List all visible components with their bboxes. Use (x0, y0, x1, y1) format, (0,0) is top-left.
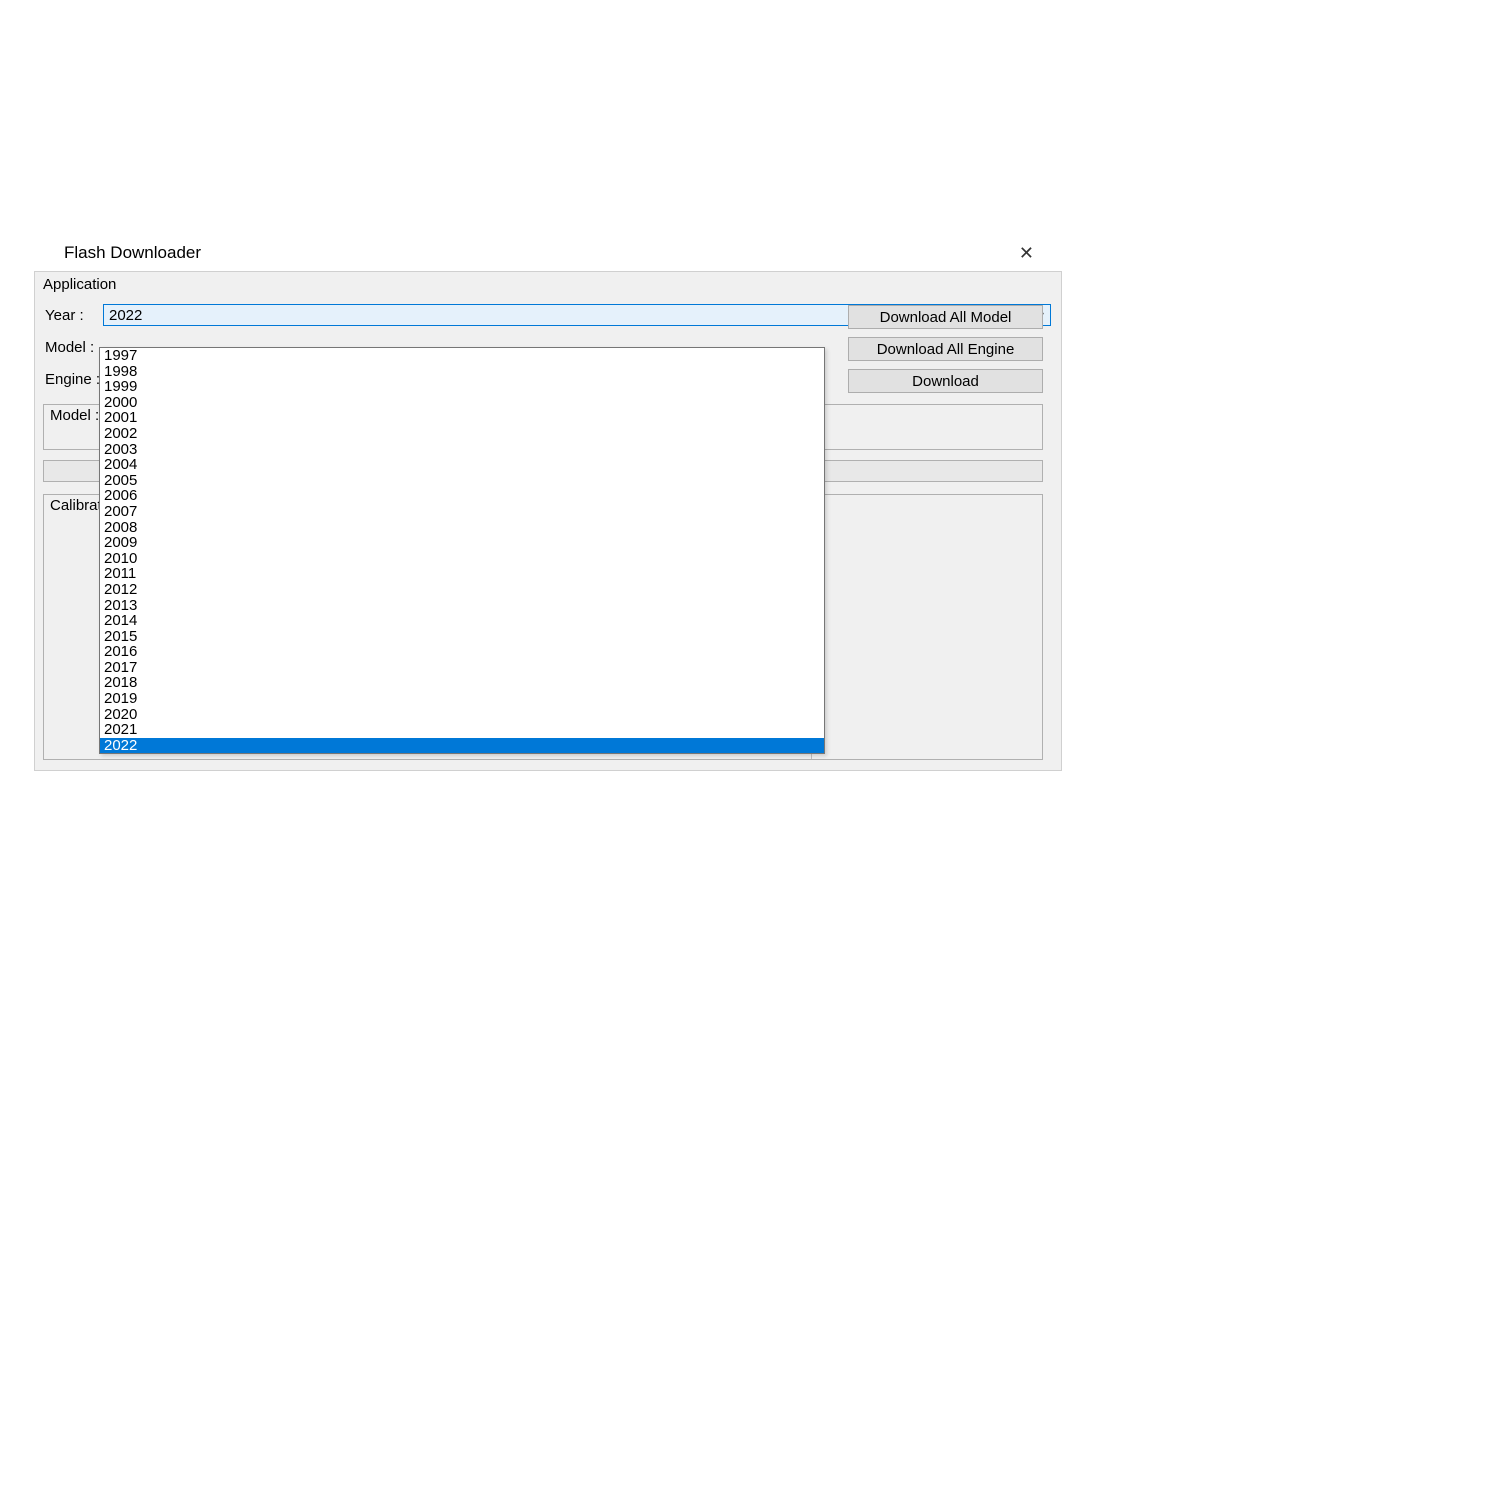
year-option[interactable]: 2017 (100, 660, 824, 676)
menu-application[interactable]: Application (43, 276, 116, 293)
year-option[interactable]: 2005 (100, 473, 824, 489)
year-option[interactable]: 2014 (100, 613, 824, 629)
year-option[interactable]: 2011 (100, 566, 824, 582)
engine-label: Engine : (45, 371, 103, 388)
year-label: Year : (45, 307, 103, 324)
year-option[interactable]: 2007 (100, 504, 824, 520)
year-option[interactable]: 2002 (100, 426, 824, 442)
window-title: Flash Downloader (64, 243, 201, 263)
year-option[interactable]: 2000 (100, 395, 824, 411)
download-button[interactable]: Download (848, 369, 1043, 393)
download-all-engine-button[interactable]: Download All Engine (848, 337, 1043, 361)
year-option[interactable]: 2001 (100, 410, 824, 426)
close-icon[interactable]: ✕ (1011, 239, 1042, 268)
year-combo-value: 2022 (109, 307, 142, 324)
year-option[interactable]: 2015 (100, 629, 824, 645)
year-option[interactable]: 1999 (100, 379, 824, 395)
titlebar: Flash Downloader ✕ (34, 235, 1062, 271)
year-option[interactable]: 2010 (100, 551, 824, 567)
year-option[interactable]: 1998 (100, 364, 824, 380)
buttons-column: Download All Model Download All Engine D… (848, 305, 1043, 393)
year-option[interactable]: 2021 (100, 722, 824, 738)
year-option[interactable]: 2004 (100, 457, 824, 473)
year-option[interactable]: 2008 (100, 520, 824, 536)
menubar: Application (35, 272, 1061, 297)
client-area: Application Year : 2022 ▾ Model : Engine… (34, 271, 1062, 771)
year-option[interactable]: 2022 (100, 738, 824, 754)
year-option[interactable]: 2009 (100, 535, 824, 551)
year-option[interactable]: 2019 (100, 691, 824, 707)
year-option[interactable]: 2020 (100, 707, 824, 723)
year-option[interactable]: 2003 (100, 442, 824, 458)
year-option[interactable]: 2012 (100, 582, 824, 598)
year-option[interactable]: 2006 (100, 488, 824, 504)
year-option[interactable]: 1997 (100, 348, 824, 364)
year-option[interactable]: 2013 (100, 598, 824, 614)
flash-downloader-window: Flash Downloader ✕ Application Year : 20… (34, 235, 1062, 771)
year-dropdown-list[interactable]: 1997199819992000200120022003200420052006… (99, 347, 825, 754)
form-area: Year : 2022 ▾ Model : Engine : Download … (35, 297, 1061, 405)
model-label: Model : (45, 339, 103, 356)
year-option[interactable]: 2018 (100, 675, 824, 691)
download-all-model-button[interactable]: Download All Model (848, 305, 1043, 329)
year-option[interactable]: 2016 (100, 644, 824, 660)
